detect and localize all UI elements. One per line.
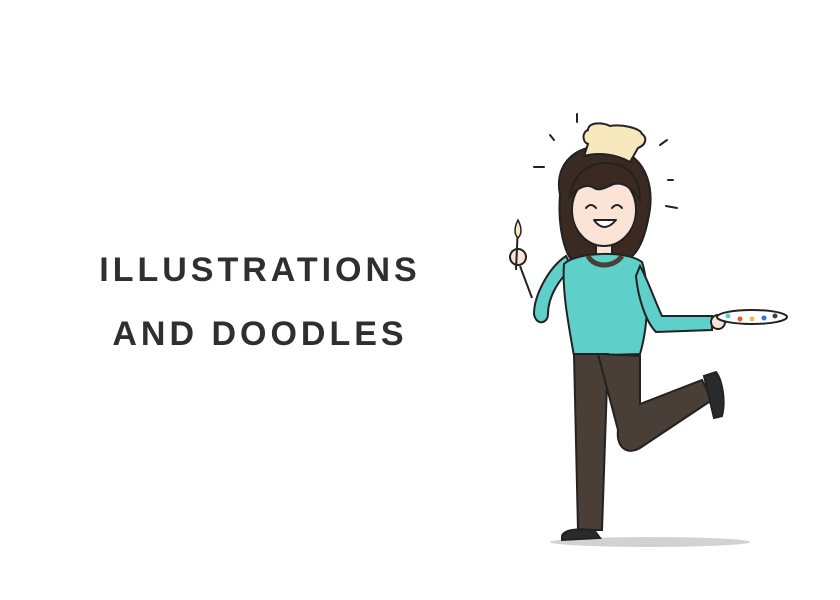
paint-dot: [725, 313, 731, 319]
shoe-left: [561, 528, 602, 542]
shirt: [562, 253, 648, 358]
paint-dot: [761, 315, 767, 321]
artist-girl-illustration: [509, 113, 788, 547]
title-line-2: AND DOODLES: [112, 315, 408, 353]
paint-dot: [749, 316, 755, 322]
paint-dot: [737, 316, 743, 322]
page-title: ILLUSTRATIONS AND DOODLES: [60, 238, 460, 366]
paint-dot: [772, 313, 778, 319]
leg-kicked: [596, 352, 714, 452]
paintbrush-icon: [514, 218, 522, 240]
page: ILLUSTRATIONS AND DOODLES: [0, 0, 840, 600]
arm-right: [634, 263, 713, 334]
title-line-1: ILLUSTRATIONS: [99, 251, 421, 289]
leg-standing: [572, 353, 610, 531]
hand-left: [509, 248, 527, 266]
